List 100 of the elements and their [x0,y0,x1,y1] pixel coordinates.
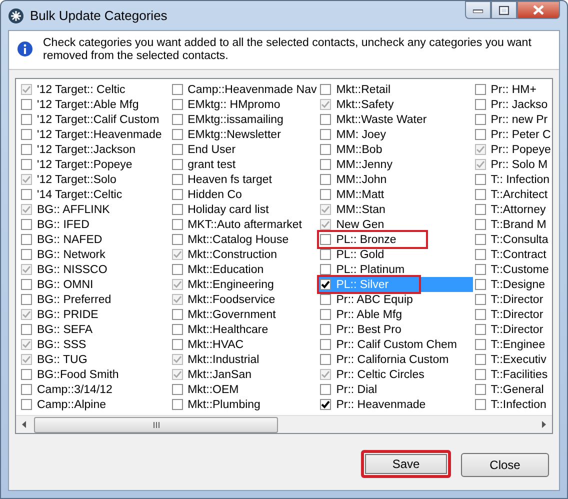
checkbox[interactable] [172,144,183,155]
category-label: Mkt::JanSan [188,368,252,380]
checkbox[interactable] [172,174,183,185]
checkbox[interactable] [320,399,332,410]
checkbox[interactable] [474,339,486,350]
category-label: Pr:: Jackso [490,98,548,110]
checkbox[interactable] [474,234,486,245]
checkbox[interactable] [474,129,486,140]
checkbox[interactable] [474,279,486,290]
category-label: Mkt::Industrial [188,354,260,366]
checkbox[interactable] [172,129,183,140]
checkbox[interactable] [21,189,32,200]
checkbox[interactable] [474,354,486,365]
checkbox[interactable] [320,354,332,365]
checkbox[interactable] [474,294,486,305]
checkbox[interactable] [474,189,486,200]
checkbox[interactable] [474,324,486,335]
category-label: Pr:: Calif Custom Chem [336,338,457,350]
checkbox[interactable] [21,384,32,395]
checkbox[interactable] [474,114,486,125]
category-label: End User [188,144,236,156]
checkbox[interactable] [320,234,332,245]
checkbox[interactable] [474,309,486,320]
checkbox[interactable] [172,189,183,200]
category-label: BG::Food Smith [37,368,119,380]
checkbox[interactable] [172,99,183,110]
category-label: T::Attorney [490,204,546,216]
checkbox[interactable] [172,204,183,215]
checkbox[interactable] [474,174,486,185]
category-label: Holiday card list [188,204,269,216]
checkbox[interactable] [172,114,183,125]
checkbox[interactable] [320,174,332,185]
checkbox[interactable] [320,189,332,200]
maximize-button[interactable] [491,1,517,19]
checkbox[interactable] [320,324,332,335]
checkbox[interactable] [21,144,32,155]
checkbox[interactable] [320,129,332,140]
app-icon [8,8,24,24]
checkbox[interactable] [320,294,332,305]
checkbox[interactable] [320,279,332,290]
checkbox[interactable] [21,294,32,305]
checkbox[interactable] [21,159,32,170]
highlighted-button[interactable]: Save [361,450,451,478]
checkbox[interactable] [172,219,183,230]
checkbox[interactable] [172,309,183,320]
checkbox[interactable] [172,234,183,245]
category-label: BG:: NAFED [37,234,102,246]
checkbox[interactable] [320,144,332,155]
scrollbar-thumb[interactable] [34,416,278,432]
checkbox[interactable] [474,264,486,275]
category-label: T::General [490,384,544,396]
category-label: BG:: NISSCO [37,264,108,276]
checkbox[interactable] [474,399,486,410]
minimize-button[interactable] [465,1,491,19]
checkbox[interactable] [474,99,486,110]
checkbox[interactable] [172,324,183,335]
checkbox[interactable] [21,114,32,125]
checkbox[interactable] [474,84,486,95]
checkbox[interactable] [21,369,32,380]
checkbox[interactable] [172,339,183,350]
checkbox[interactable] [172,264,183,275]
checkbox[interactable] [21,129,32,140]
category-label: BG:: IFED [37,218,90,230]
checkbox[interactable] [320,159,332,170]
dialog-button[interactable]: Close [461,453,549,477]
checkbox[interactable] [21,249,32,260]
category-label: MM::Bob [336,144,382,156]
checkbox[interactable] [21,99,32,110]
checkbox[interactable] [172,399,183,410]
category-label: Pr:: HM+ [490,84,536,96]
category-label: Camp::Heavenmade Nav [188,84,317,96]
category-label: grant test [188,158,236,170]
checkbox[interactable] [21,219,32,230]
category-label: Camp::Alpine [37,398,106,410]
checkbox[interactable] [474,249,486,260]
checkbox[interactable] [21,234,32,245]
checkbox[interactable] [474,204,486,215]
checkbox[interactable] [172,84,183,95]
checkbox[interactable] [21,399,32,410]
category-label: T::Director [490,308,544,320]
checkbox[interactable] [21,324,32,335]
category-label: Mkt::Safety [336,98,394,110]
category-label: MM: Joey [336,128,386,140]
category-label: '12 Target::Popeye [37,158,132,170]
category-label: MKT::Auto aftermarket [188,218,302,230]
checkbox[interactable] [320,339,332,350]
checkbox[interactable] [474,384,486,395]
checkbox[interactable] [474,219,486,230]
checkbox[interactable] [172,384,183,395]
category-label: Mkt::HVAC [188,338,244,350]
checkbox[interactable] [320,384,332,395]
checkbox[interactable] [320,249,332,260]
checkbox[interactable] [172,159,183,170]
close-icon[interactable] [517,1,560,19]
checkbox[interactable] [320,84,332,95]
checkbox[interactable] [320,264,332,275]
checkbox[interactable] [21,279,32,290]
checkbox[interactable] [320,309,332,320]
checkbox[interactable] [474,369,486,380]
checkbox[interactable] [320,114,332,125]
